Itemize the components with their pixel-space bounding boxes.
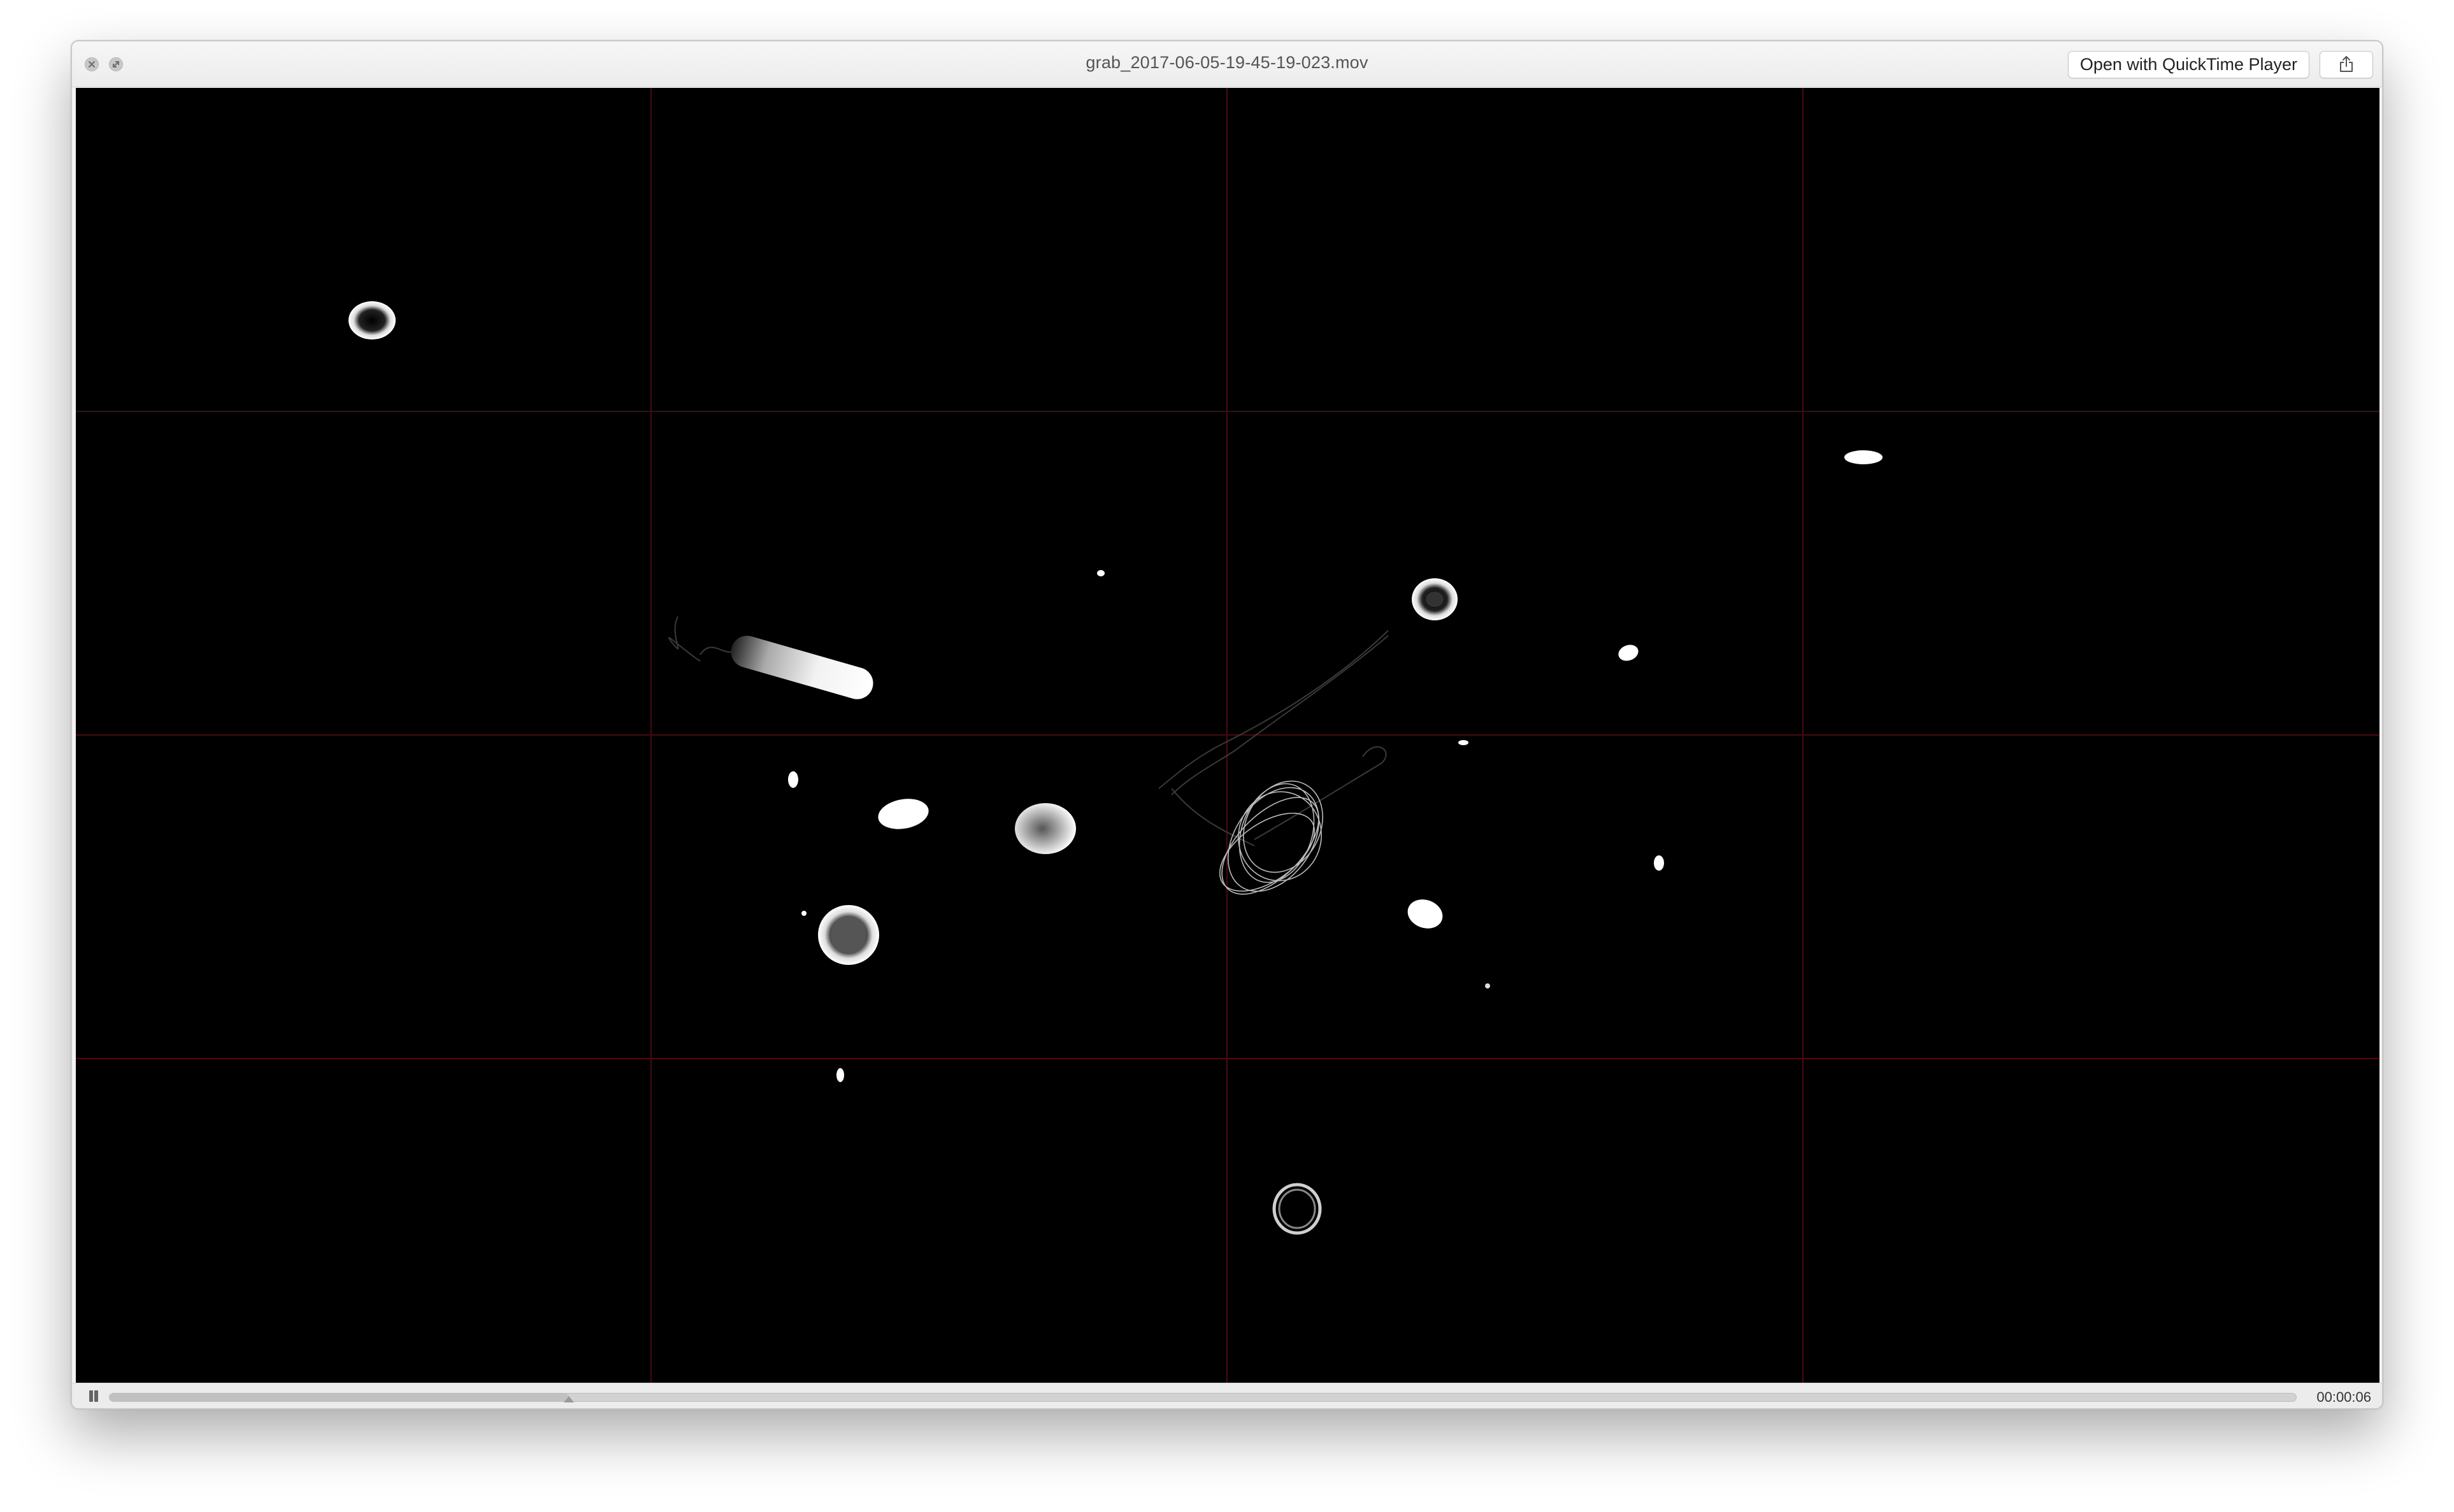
playback-controls: 00:00:06	[72, 1383, 2382, 1408]
grid-lines	[76, 88, 2379, 1383]
share-icon	[2340, 56, 2353, 72]
particles	[348, 301, 1883, 1235]
window-title: grab_2017-06-05-19-45-19-023.mov	[1086, 53, 1368, 72]
progress-scrubber[interactable]	[109, 1393, 2297, 1402]
video-content	[76, 88, 2379, 1383]
open-with-quicktime-button[interactable]: Open with QuickTime Player	[2067, 51, 2309, 78]
share-button[interactable]	[2320, 51, 2373, 78]
progress-fill	[110, 1394, 569, 1401]
video-frame[interactable]	[76, 88, 2379, 1383]
quick-look-window: grab_2017-06-05-19-45-19-023.mov Open wi…	[71, 40, 2383, 1409]
title-bar: grab_2017-06-05-19-45-19-023.mov Open wi…	[72, 41, 2382, 87]
elapsed-time: 00:00:06	[2316, 1389, 2371, 1405]
pause-icon[interactable]	[87, 1389, 101, 1403]
particle-cluster	[1219, 780, 1323, 895]
playhead-handle[interactable]	[563, 1396, 574, 1402]
